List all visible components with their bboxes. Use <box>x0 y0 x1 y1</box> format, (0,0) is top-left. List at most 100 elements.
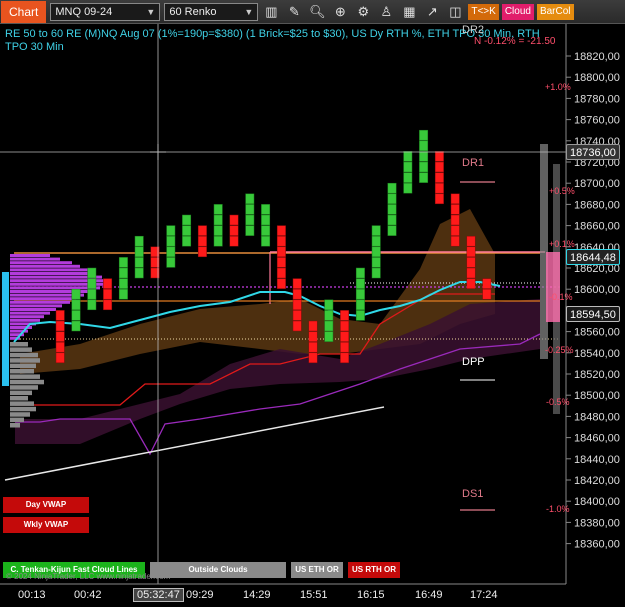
renko-up-brick <box>355 278 365 289</box>
renko-up-brick <box>261 214 271 226</box>
renko-down-brick <box>308 331 318 342</box>
profile-bar <box>10 417 24 423</box>
renko-up-brick <box>182 225 192 236</box>
profile-bar <box>10 374 40 379</box>
chevron-down-icon: ▼ <box>244 6 254 17</box>
trendline-icon[interactable]: ↗ <box>422 2 442 22</box>
renko-down-brick <box>466 257 476 268</box>
renko-down-brick <box>340 310 350 321</box>
strategy-icon[interactable]: ♙ <box>376 2 396 22</box>
day-vwap-button[interactable]: Day VWAP <box>3 497 89 513</box>
renko-up-brick <box>261 204 271 215</box>
renko-down-brick <box>466 278 476 289</box>
renko-up-brick <box>166 235 176 247</box>
renko-up-brick <box>387 182 397 194</box>
pct-label: -1.0% <box>546 504 570 514</box>
renko-up-brick <box>166 225 176 236</box>
renko-up-brick <box>118 278 128 289</box>
renko-up-brick <box>166 257 176 268</box>
renko-up-brick <box>324 310 334 321</box>
renko-down-brick <box>276 267 286 279</box>
instrument-selector[interactable]: MNQ 09-24 ▼ <box>50 2 161 21</box>
profile-bar <box>10 401 34 406</box>
zoom-icon[interactable]: 🔍︎ <box>307 2 327 22</box>
profile-bar <box>10 358 40 363</box>
time-tick: 09:29 <box>186 589 214 601</box>
cloud-toggle[interactable]: Cloud <box>501 3 534 20</box>
renko-down-brick <box>482 278 492 289</box>
renko-up-brick <box>118 288 128 300</box>
time-tick: 16:15 <box>357 589 385 601</box>
screenshot-icon[interactable]: ▦ <box>399 2 419 22</box>
price-tick-label: 18660,00 <box>574 221 620 233</box>
renko-up-brick <box>71 288 81 300</box>
renko-up-brick <box>134 267 144 279</box>
price-tick-label: 18560,00 <box>574 327 620 339</box>
outside-clouds-button[interactable]: Outside Clouds <box>150 562 286 578</box>
right-pink-bar <box>546 252 560 322</box>
renko-up-brick <box>71 299 81 311</box>
crosshair-price-tag: 18736,00 <box>566 144 620 160</box>
renko-up-brick <box>403 172 413 183</box>
bar-type-selector[interactable]: 60 Renko ▼ <box>164 2 259 21</box>
profile-bar <box>10 254 50 257</box>
renko-up-brick <box>71 310 81 321</box>
chart-canvas[interactable]: 18820,0018800,0018780,0018760,0018740,00… <box>0 24 625 607</box>
renko-up-brick <box>134 235 144 247</box>
renko-down-brick <box>450 204 460 215</box>
wkly-vwap-button[interactable]: Wkly VWAP <box>3 517 89 533</box>
renko-up-brick <box>419 140 429 152</box>
profile-bar <box>10 342 28 347</box>
profile-bar <box>10 315 44 319</box>
pct-label: +0.1% <box>549 239 575 249</box>
crosshair-time-tag: 05:32:47 <box>133 588 184 602</box>
renko-down-brick <box>292 278 302 289</box>
renko-up-brick <box>261 235 271 247</box>
price-tick-label: 18600,00 <box>574 284 620 296</box>
renko-down-brick <box>229 225 239 236</box>
vwap-price-tag: 18594,50 <box>566 306 620 322</box>
renko-up-brick <box>419 172 429 183</box>
tenkan-kijun-toggle[interactable]: T<>K <box>468 3 499 20</box>
renko-down-brick <box>292 299 302 311</box>
renko-up-brick <box>371 257 381 268</box>
renko-up-brick <box>118 257 128 268</box>
renko-down-brick <box>434 182 444 194</box>
profile-bar <box>10 286 100 290</box>
profile-bar <box>10 396 28 401</box>
price-tick-label: 18400,00 <box>574 496 620 508</box>
chart-tab[interactable]: Chart <box>1 0 47 23</box>
crosshair-icon[interactable]: ⊕ <box>330 2 350 22</box>
renko-down-brick <box>292 288 302 300</box>
renko-up-brick <box>419 161 429 173</box>
renko-down-brick <box>103 288 113 300</box>
bar-type-value: 60 Renko <box>169 5 217 18</box>
renko-down-brick <box>308 341 318 353</box>
time-tick: 00:13 <box>18 589 46 601</box>
bar-chart-icon[interactable]: ▥ <box>261 2 281 22</box>
time-tick: 14:29 <box>243 589 271 601</box>
chart-trader-icon[interactable]: ◫ <box>445 2 465 22</box>
renko-up-brick <box>387 225 397 236</box>
time-tick: 15:51 <box>300 589 328 601</box>
renko-up-brick <box>87 278 97 289</box>
renko-down-brick <box>292 310 302 321</box>
renko-down-brick <box>434 172 444 183</box>
renko-down-brick <box>103 299 113 311</box>
us-eth-or-button[interactable]: US ETH OR <box>291 562 343 578</box>
time-tick: 16:49 <box>415 589 443 601</box>
profile-bar <box>10 379 44 385</box>
pct-label: +1.0% <box>545 82 571 92</box>
renko-down-brick <box>292 320 302 332</box>
price-tick-label: 18680,00 <box>574 199 620 211</box>
barcol-toggle[interactable]: BarCol <box>536 3 574 20</box>
pencil-icon[interactable]: ✎ <box>284 2 304 22</box>
profile-bar <box>10 268 88 272</box>
renko-down-brick <box>466 246 476 258</box>
price-tick-label: 18360,00 <box>574 539 620 551</box>
renko-down-brick <box>229 214 239 226</box>
us-rth-or-button[interactable]: US RTH OR <box>348 562 400 578</box>
properties-icon[interactable]: ⚙ <box>353 2 373 22</box>
renko-down-brick <box>55 320 65 332</box>
pct-label: -0.5% <box>546 397 570 407</box>
